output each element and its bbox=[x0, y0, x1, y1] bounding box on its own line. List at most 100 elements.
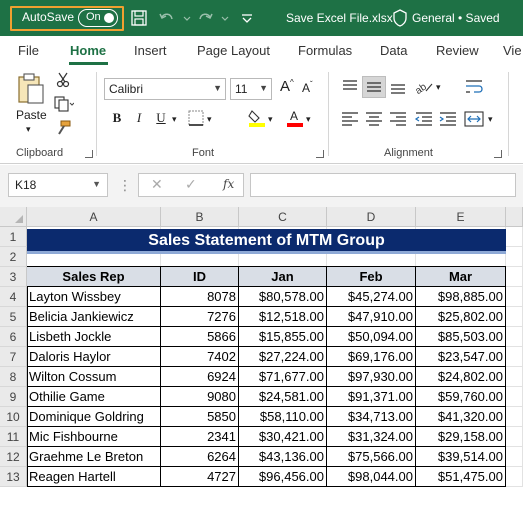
align-bottom-icon[interactable] bbox=[386, 76, 410, 98]
row-header-1[interactable]: 1 bbox=[0, 227, 27, 247]
column-header-a[interactable]: A bbox=[27, 207, 161, 227]
table-cell[interactable]: $24,581.00 bbox=[239, 387, 327, 407]
table-cell[interactable]: $45,274.00 bbox=[327, 287, 416, 307]
font-name-combo[interactable]: Calibri ▼ bbox=[104, 78, 226, 100]
copy-icon[interactable] bbox=[54, 96, 74, 112]
table-cell[interactable]: $96,456.00 bbox=[239, 467, 327, 487]
table-cell[interactable]: 8078 bbox=[161, 287, 239, 307]
decrease-font-size-icon[interactable]: Aˇ bbox=[302, 80, 313, 95]
table-cell[interactable]: $39,514.00 bbox=[416, 447, 506, 467]
font-name-dropdown-icon[interactable]: ▼ bbox=[213, 83, 222, 93]
table-cell[interactable]: Mic Fishbourne bbox=[27, 427, 161, 447]
table-cell[interactable]: 7402 bbox=[161, 347, 239, 367]
borders-dropdown-icon[interactable]: ▾ bbox=[207, 114, 212, 125]
alignment-launcher-icon[interactable] bbox=[494, 150, 502, 158]
column-header-c[interactable]: C bbox=[239, 207, 327, 227]
tab-formulas[interactable]: Formulas bbox=[298, 43, 352, 58]
table-header-cell[interactable]: Mar bbox=[416, 267, 506, 287]
table-cell[interactable]: Daloris Haylor bbox=[27, 347, 161, 367]
column-header-b[interactable]: B bbox=[161, 207, 239, 227]
table-cell[interactable]: $29,158.00 bbox=[416, 427, 506, 447]
row-header-13[interactable]: 13 bbox=[0, 467, 27, 487]
name-box-dropdown-icon[interactable]: ▼ bbox=[92, 179, 101, 189]
table-cell[interactable]: 2341 bbox=[161, 427, 239, 447]
orientation-icon[interactable]: ab bbox=[412, 76, 436, 98]
font-size-dropdown-icon[interactable]: ▼ bbox=[259, 83, 268, 93]
table-cell[interactable]: $12,518.00 bbox=[239, 307, 327, 327]
table-cell[interactable]: Othilie Game bbox=[27, 387, 161, 407]
table-cell[interactable]: 7276 bbox=[161, 307, 239, 327]
format-painter-icon[interactable] bbox=[55, 120, 71, 136]
row-header-12[interactable]: 12 bbox=[0, 447, 27, 467]
table-cell[interactable]: $59,760.00 bbox=[416, 387, 506, 407]
clipboard-launcher-icon[interactable] bbox=[85, 150, 93, 158]
table-cell[interactable]: 6924 bbox=[161, 367, 239, 387]
decrease-indent-icon[interactable] bbox=[412, 108, 436, 130]
orientation-dropdown-icon[interactable]: ▾ bbox=[436, 82, 441, 93]
table-cell[interactable]: 9080 bbox=[161, 387, 239, 407]
merge-center-icon[interactable] bbox=[462, 108, 486, 130]
table-cell[interactable]: $71,677.00 bbox=[239, 367, 327, 387]
table-cell[interactable]: $98,044.00 bbox=[327, 467, 416, 487]
table-header-cell[interactable]: Jan bbox=[239, 267, 327, 287]
table-cell[interactable]: $25,802.00 bbox=[416, 307, 506, 327]
row-header-7[interactable]: 7 bbox=[0, 347, 27, 367]
cancel-icon[interactable]: ✕ bbox=[151, 176, 163, 193]
table-cell[interactable]: $51,475.00 bbox=[416, 467, 506, 487]
autosave-toggle[interactable]: On bbox=[78, 9, 118, 27]
table-cell[interactable]: $41,320.00 bbox=[416, 407, 506, 427]
row-header-8[interactable]: 8 bbox=[0, 367, 27, 387]
table-cell[interactable]: 5866 bbox=[161, 327, 239, 347]
undo-dropdown-icon[interactable] bbox=[178, 9, 191, 27]
enter-icon[interactable]: ✓ bbox=[185, 176, 197, 193]
tab-home[interactable]: Home bbox=[70, 43, 106, 58]
redo-dropdown-icon[interactable] bbox=[216, 9, 229, 27]
table-cell[interactable]: 4727 bbox=[161, 467, 239, 487]
tab-view[interactable]: Vie bbox=[503, 43, 522, 58]
align-middle-icon[interactable] bbox=[362, 76, 386, 98]
underline-button[interactable]: U bbox=[152, 110, 170, 130]
italic-button[interactable]: I bbox=[130, 110, 148, 130]
cut-icon[interactable] bbox=[56, 72, 70, 88]
table-cell[interactable]: $43,136.00 bbox=[239, 447, 327, 467]
underline-dropdown-icon[interactable]: ▾ bbox=[172, 114, 177, 125]
tab-page-layout[interactable]: Page Layout bbox=[197, 43, 270, 58]
font-launcher-icon[interactable] bbox=[316, 150, 324, 158]
table-cell[interactable]: $24,802.00 bbox=[416, 367, 506, 387]
row-header-11[interactable]: 11 bbox=[0, 427, 27, 447]
row-header-2[interactable]: 2 bbox=[0, 247, 27, 267]
font-color-dropdown-icon[interactable]: ▾ bbox=[306, 114, 311, 125]
sheet-title-cell[interactable]: Sales Statement of MTM Group bbox=[27, 229, 506, 254]
sensitivity-shield-icon[interactable] bbox=[392, 9, 408, 27]
table-header-cell[interactable]: Sales Rep bbox=[27, 267, 161, 287]
table-cell[interactable]: $23,547.00 bbox=[416, 347, 506, 367]
column-header-d[interactable]: D bbox=[327, 207, 416, 227]
paste-dropdown-icon[interactable]: ▾ bbox=[26, 124, 31, 135]
align-left-icon[interactable] bbox=[338, 108, 362, 130]
align-right-icon[interactable] bbox=[386, 108, 410, 130]
customize-toolbar-icon[interactable] bbox=[238, 9, 256, 27]
bold-button[interactable]: B bbox=[108, 110, 126, 130]
fill-color-icon[interactable] bbox=[248, 108, 266, 128]
select-all-corner[interactable] bbox=[0, 207, 27, 227]
tab-insert[interactable]: Insert bbox=[134, 43, 167, 58]
increase-font-size-icon[interactable]: A^ bbox=[280, 78, 294, 95]
align-center-icon[interactable] bbox=[362, 108, 386, 130]
paste-label[interactable]: Paste bbox=[16, 108, 47, 122]
fill-color-dropdown-icon[interactable]: ▾ bbox=[268, 114, 273, 125]
row-header-6[interactable]: 6 bbox=[0, 327, 27, 347]
undo-icon[interactable] bbox=[158, 9, 176, 27]
table-cell[interactable]: $97,930.00 bbox=[327, 367, 416, 387]
column-header-e[interactable]: E bbox=[416, 207, 506, 227]
row-header-10[interactable]: 10 bbox=[0, 407, 27, 427]
increase-indent-icon[interactable] bbox=[436, 108, 460, 130]
name-box[interactable]: K18 ▼ bbox=[8, 173, 108, 197]
table-cell[interactable]: $80,578.00 bbox=[239, 287, 327, 307]
table-cell[interactable]: Dominique Goldring bbox=[27, 407, 161, 427]
font-color-icon[interactable]: A bbox=[286, 108, 304, 128]
table-cell[interactable]: $31,324.00 bbox=[327, 427, 416, 447]
table-header-cell[interactable]: ID bbox=[161, 267, 239, 287]
tab-file[interactable]: File bbox=[18, 43, 39, 58]
formula-bar-splitter-icon[interactable]: ⋮ bbox=[118, 177, 132, 194]
save-icon[interactable] bbox=[130, 9, 148, 27]
